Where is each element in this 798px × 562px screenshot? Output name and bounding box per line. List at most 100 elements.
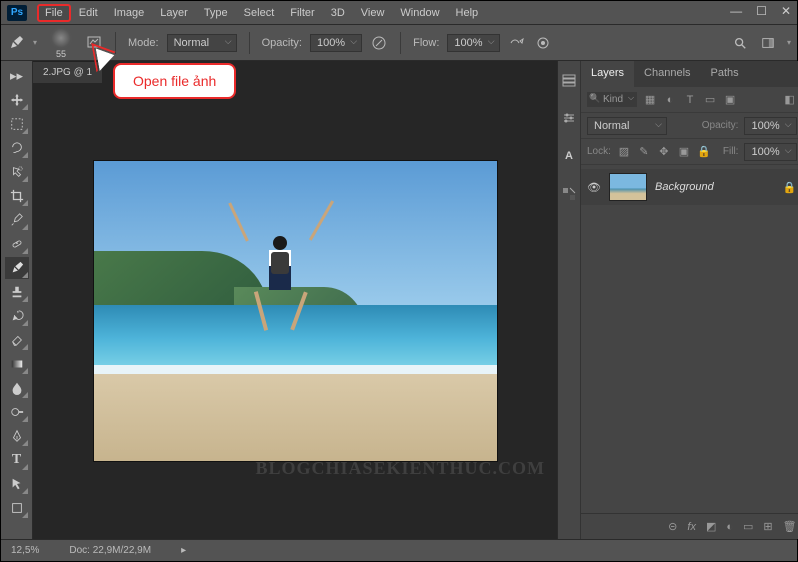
layer-blend-select[interactable]: Normal: [587, 117, 667, 135]
pressure-size-icon[interactable]: [534, 34, 552, 52]
shape-tool[interactable]: [5, 497, 29, 519]
pressure-opacity-icon[interactable]: [370, 34, 388, 52]
brush-preview[interactable]: 55: [45, 27, 77, 59]
swatch-panel-icon[interactable]: [558, 183, 580, 205]
airbrush-icon[interactable]: [508, 34, 526, 52]
canvas-viewport[interactable]: BLOGCHIASEKIENTHUC.COM: [33, 83, 557, 539]
close-button[interactable]: ✕: [781, 4, 791, 18]
collapsed-panels: A: [558, 61, 581, 539]
stamp-tool[interactable]: [5, 281, 29, 303]
layer-opacity-label: Opacity:: [702, 120, 739, 131]
app-logo: Ps: [7, 5, 27, 21]
filter-pixel-icon[interactable]: ▦: [643, 93, 657, 107]
eraser-tool[interactable]: [5, 329, 29, 351]
filter-adjust-icon[interactable]: ◐: [663, 93, 677, 107]
menu-file[interactable]: File: [37, 4, 71, 22]
marquee-tool[interactable]: [5, 113, 29, 135]
menu-3d[interactable]: 3D: [323, 4, 353, 22]
crop-tool[interactable]: [5, 185, 29, 207]
menu-edit[interactable]: Edit: [71, 4, 106, 22]
history-panel-icon[interactable]: [558, 69, 580, 91]
adjustment-layer-icon[interactable]: ◐: [726, 521, 733, 533]
menu-help[interactable]: Help: [448, 4, 487, 22]
lock-label: Lock:: [587, 146, 611, 157]
layers-panel-footer: ⊝ fx ◩ ◐ ▭ ⊞ 🗑: [581, 513, 798, 539]
new-layer-icon[interactable]: ⊞: [763, 520, 772, 533]
layer-mask-icon[interactable]: ◩: [706, 520, 716, 533]
maximize-button[interactable]: ☐: [756, 4, 767, 18]
move-tool[interactable]: [5, 89, 29, 111]
lock-transparent-icon[interactable]: ▨: [617, 145, 631, 159]
tab-layers[interactable]: Layers: [581, 61, 634, 87]
menu-bar: File Edit Image Layer Type Select Filter…: [37, 4, 486, 22]
window-controls: — ☐ ✕: [730, 4, 791, 18]
menu-view[interactable]: View: [353, 4, 393, 22]
menu-window[interactable]: Window: [392, 4, 447, 22]
dodge-tool[interactable]: [5, 401, 29, 423]
quick-select-tool[interactable]: [5, 161, 29, 183]
visibility-icon[interactable]: 👁: [587, 181, 601, 194]
layer-row[interactable]: 👁 Background 🔒: [581, 169, 798, 205]
eyedropper-tool[interactable]: [5, 209, 29, 231]
lock-all-icon[interactable]: 🔒: [697, 145, 711, 159]
tab-paths[interactable]: Paths: [701, 61, 749, 87]
minimize-button[interactable]: —: [730, 4, 742, 18]
lasso-tool[interactable]: [5, 137, 29, 159]
tab-channels[interactable]: Channels: [634, 61, 700, 87]
path-select-tool[interactable]: [5, 473, 29, 495]
character-panel-icon[interactable]: A: [558, 145, 580, 167]
brush-tool[interactable]: [5, 257, 29, 279]
layer-opacity-select[interactable]: 100%: [744, 117, 796, 135]
opacity-label: Opacity:: [262, 37, 302, 49]
menu-type[interactable]: Type: [196, 4, 236, 22]
healing-tool[interactable]: [5, 233, 29, 255]
doc-info[interactable]: Doc: 22,9M/22,9M: [69, 545, 151, 556]
annotation-callout: Open file ảnh: [113, 63, 236, 99]
filter-shape-icon[interactable]: ▭: [703, 93, 717, 107]
fill-select[interactable]: 100%: [744, 143, 796, 161]
document-tab-title: 2.JPG @ 1: [43, 67, 92, 78]
group-icon[interactable]: ▭: [743, 520, 753, 533]
menu-select[interactable]: Select: [236, 4, 283, 22]
document-area: 2.JPG @ 1 BLOGCHIASEKIENTHUC.COM: [33, 61, 557, 539]
brush-tool-icon[interactable]: [7, 34, 25, 52]
history-brush-tool[interactable]: [5, 305, 29, 327]
title-bar: Ps File Edit Image Layer Type Select Fil…: [1, 1, 797, 25]
layer-thumbnail[interactable]: [609, 173, 647, 201]
pen-tool[interactable]: [5, 425, 29, 447]
trash-icon[interactable]: 🗑: [783, 520, 797, 533]
type-tool[interactable]: T: [5, 449, 29, 471]
blend-mode-select[interactable]: Normal: [167, 34, 237, 52]
lock-row: Lock: ▨ ✎ ✥ ▣ 🔒 Fill: 100%: [581, 139, 798, 165]
status-more-icon[interactable]: ▸: [181, 545, 186, 556]
flow-select[interactable]: 100%: [447, 34, 499, 52]
filter-type-icon[interactable]: T: [683, 93, 697, 107]
layer-list: 👁 Background 🔒: [581, 165, 798, 513]
blur-tool[interactable]: [5, 377, 29, 399]
workspace-menu-icon[interactable]: [759, 34, 777, 52]
filter-toggle-icon[interactable]: ◧: [783, 93, 797, 107]
filter-smart-icon[interactable]: ▣: [723, 93, 737, 107]
zoom-level[interactable]: 12,5%: [11, 545, 39, 556]
menu-image[interactable]: Image: [106, 4, 153, 22]
gradient-tool[interactable]: [5, 353, 29, 375]
lock-paint-icon[interactable]: ✎: [637, 145, 651, 159]
layer-filter-row: Kind ▦ ◐ T ▭ ▣ ◧: [581, 87, 798, 113]
layer-name[interactable]: Background: [655, 181, 775, 193]
layer-fx-icon[interactable]: fx: [687, 521, 696, 533]
properties-panel-icon[interactable]: [558, 107, 580, 129]
lock-artboard-icon[interactable]: ▣: [677, 145, 691, 159]
document-tab[interactable]: 2.JPG @ 1: [33, 61, 102, 83]
lock-position-icon[interactable]: ✥: [657, 145, 671, 159]
link-layers-icon[interactable]: ⊝: [668, 520, 677, 533]
menu-filter[interactable]: Filter: [282, 4, 322, 22]
canvas[interactable]: [94, 161, 497, 461]
menu-layer[interactable]: Layer: [152, 4, 196, 22]
filter-kind-select[interactable]: Kind: [587, 92, 637, 107]
watermark-text: BLOGCHIASEKIENTHUC.COM: [255, 458, 545, 479]
lock-icon: 🔒: [783, 181, 797, 194]
collapse-toolbox-icon[interactable]: ▸▸: [5, 65, 29, 87]
callout-text: Open file ảnh: [133, 73, 216, 89]
search-icon[interactable]: [731, 34, 749, 52]
opacity-select[interactable]: 100%: [310, 34, 362, 52]
